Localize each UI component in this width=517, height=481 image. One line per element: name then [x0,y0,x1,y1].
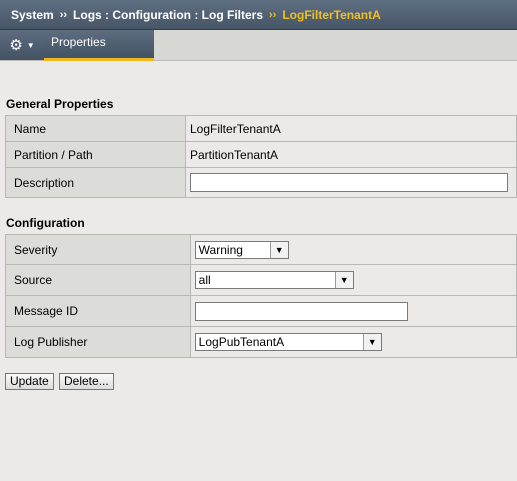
breadcrumb-item-system[interactable]: System [11,8,54,22]
update-button[interactable]: Update [5,373,54,390]
description-cell [185,167,517,198]
partition-label: Partition / Path [5,141,186,168]
severity-selected: Warning [198,242,243,257]
breadcrumb: System ›› Logs : Configuration : Log Fil… [0,0,517,30]
log-publisher-label: Log Publisher [5,326,191,358]
source-cell: all ▼ [189,264,517,296]
log-publisher-cell: LogPubTenantA ▼ [189,326,517,358]
table-row: Severity Warning ▼ [5,234,517,265]
name-label: Name [5,115,186,142]
general-properties-title: General Properties [6,97,114,111]
table-row: Name LogFilterTenantA [5,115,517,142]
breadcrumb-item-log-filters[interactable]: Logs : Configuration : Log Filters [73,8,263,22]
chevron-down-icon: ▼ [334,272,353,288]
message-id-cell [189,295,517,327]
source-selected: all [198,273,211,287]
gear-menu-button[interactable]: ⚙ ▼ [0,30,44,60]
configuration-table: Severity Warning ▼ Source all ▼ Message … [5,234,517,358]
severity-cell: Warning ▼ [189,234,517,265]
gear-icon: ⚙ [9,36,23,54]
message-id-input[interactable] [194,301,408,321]
log-publisher-select[interactable]: LogPubTenantA ▼ [194,333,382,351]
table-row: Description [5,167,517,198]
breadcrumb-separator-icon: ›› [59,8,68,21]
log-publisher-selected: LogPubTenantA [198,335,285,349]
message-id-label: Message ID [5,295,191,327]
description-input[interactable] [190,173,508,192]
tab-bar: ⚙ ▼ Properties [0,30,517,61]
table-row: Partition / Path PartitionTenantA [5,141,517,168]
table-row: Log Publisher LogPubTenantA ▼ [5,326,517,358]
source-label: Source [5,264,191,296]
breadcrumb-current: LogFilterTenantA [282,7,381,22]
table-row: Message ID [5,295,517,327]
chevron-down-icon: ▼ [269,241,288,258]
table-row: Source all ▼ [5,264,517,296]
name-value: LogFilterTenantA [185,115,517,142]
configuration-title: Configuration [6,216,85,230]
severity-label: Severity [5,234,191,265]
severity-select[interactable]: Warning ▼ [194,240,289,259]
source-select[interactable]: all ▼ [194,271,354,289]
delete-button[interactable]: Delete... [59,373,114,390]
general-properties-table: Name LogFilterTenantA Partition / Path P… [5,115,517,198]
partition-value: PartitionTenantA [185,141,517,168]
chevron-down-icon: ▼ [26,40,35,50]
tab-properties[interactable]: Properties [44,30,154,61]
breadcrumb-separator-icon: ›› [269,8,277,21]
description-label: Description [5,167,186,198]
chevron-down-icon: ▼ [362,334,381,350]
